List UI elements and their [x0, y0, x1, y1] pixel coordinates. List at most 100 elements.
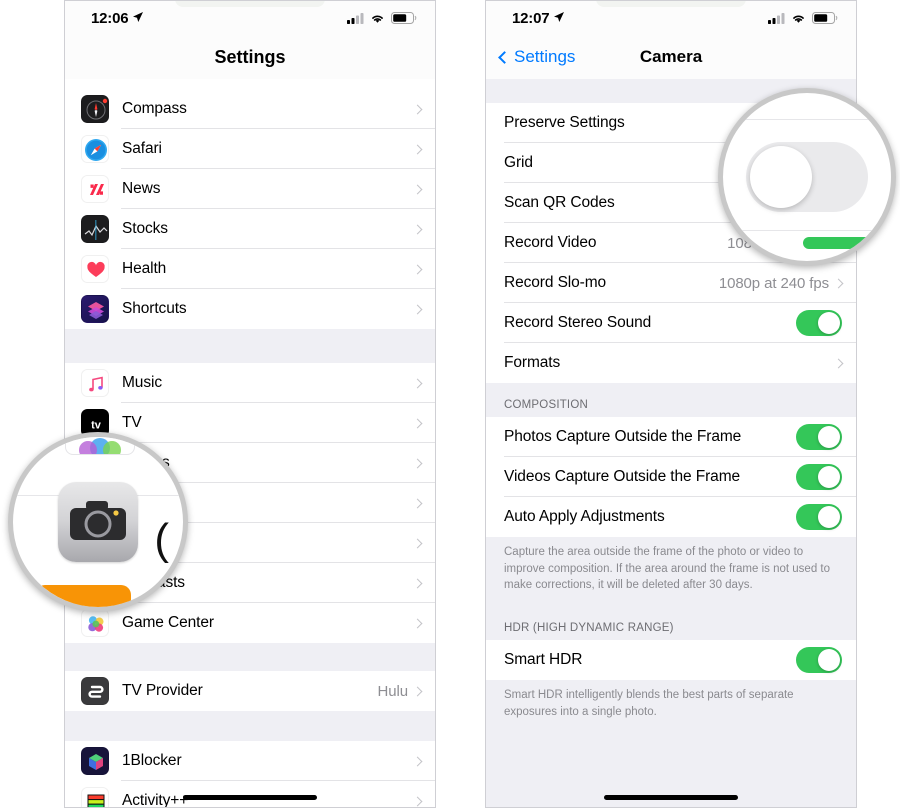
notch [596, 1, 746, 7]
loupe-separator-fragment [723, 119, 891, 120]
home-indicator [604, 795, 738, 800]
chevron-right-icon [412, 498, 423, 508]
toggle-knob [818, 312, 840, 334]
chevron-right-icon [412, 618, 423, 628]
toggle-knob [818, 649, 840, 672]
right-status-bar: 12:07 [486, 1, 856, 35]
settings-row-compass[interactable]: Compass [65, 89, 435, 129]
chevron-right-icon [412, 578, 423, 588]
chevron-right-icon [412, 756, 423, 766]
settings-row-label: Music [122, 374, 162, 391]
settings-row-label: Game Center [122, 614, 214, 631]
cellular-bars-icon [347, 12, 364, 24]
settings-row-label: Photos Capture Outside the Frame [504, 428, 742, 445]
activity-plus-plus-app-icon [81, 787, 109, 807]
settings-row-1blocker[interactable]: 1Blocker [65, 741, 435, 781]
settings-row-label: Shortcuts [122, 300, 187, 317]
toggle-knob [818, 466, 840, 488]
settings-row-record-stereo-sound[interactable]: Record Stereo Sound [486, 303, 856, 343]
toggle-knob [818, 426, 840, 448]
grid-toggle-magnifier [718, 88, 896, 266]
settings-row-label: Videos Capture Outside the Frame [504, 468, 741, 485]
status-time-group: 12:07 [512, 10, 565, 27]
group-gap [65, 329, 435, 363]
auto-apply-adjustments-toggle[interactable] [796, 504, 842, 530]
hdr-footnote: Smart HDR intelligently blends the best … [486, 680, 856, 733]
settings-row-label: Health [122, 260, 167, 277]
settings-row-photos-capture-outside-frame[interactable]: Photos Capture Outside the Frame [486, 417, 856, 457]
settings-row-label: Scan QR Codes [504, 194, 615, 211]
status-indicators [347, 12, 417, 24]
chevron-right-icon [412, 378, 423, 388]
settings-row-label: Safari [122, 140, 162, 157]
chevron-right-icon [412, 418, 423, 428]
status-time-group: 12:06 [91, 10, 144, 27]
settings-row-health[interactable]: Health [65, 249, 435, 289]
tv-provider-app-icon [81, 677, 109, 705]
settings-row-news[interactable]: News [65, 169, 435, 209]
left-status-bar: 12:06 [65, 1, 435, 35]
shortcuts-app-icon [81, 295, 109, 323]
back-button[interactable]: Settings [498, 47, 576, 67]
status-time: 12:07 [512, 9, 550, 27]
settings-row-label: News [122, 180, 161, 197]
safari-app-icon [81, 135, 109, 163]
settings-row-stocks[interactable]: Stocks [65, 209, 435, 249]
composition-footnote: Capture the area outside the frame of th… [486, 537, 856, 607]
wifi-icon [372, 15, 383, 23]
cellular-bars-icon [768, 12, 785, 24]
loupe-green-toggle-fragment [803, 237, 877, 249]
chevron-right-icon [412, 304, 423, 314]
location-arrow-icon [133, 12, 144, 22]
settings-row-label: Stocks [122, 220, 168, 237]
settings-group-tv-provider: TV Provider Hulu [65, 671, 435, 711]
battery-icon [391, 12, 417, 24]
svg-text:tv: tv [91, 420, 102, 432]
right-nav-bar: Settings Camera [486, 35, 856, 79]
health-app-icon [81, 255, 109, 283]
chevron-right-icon [412, 184, 423, 194]
settings-row-record-slo-mo[interactable]: Record Slo-mo 1080p at 240 fps [486, 263, 856, 303]
toggle-knob [818, 506, 840, 528]
settings-row-safari[interactable]: Safari [65, 129, 435, 169]
camera-icon-magnifier: ( [8, 432, 188, 612]
settings-row-label: Auto Apply Adjustments [504, 508, 665, 525]
smart-hdr-toggle[interactable] [796, 647, 842, 674]
left-nav-bar: Settings [65, 35, 435, 79]
status-time: 12:06 [91, 9, 129, 27]
loupe-photos-icon-fragment [65, 437, 135, 459]
videos-capture-outside-frame-toggle[interactable] [796, 464, 842, 490]
settings-row-auto-apply-adjustments[interactable]: Auto Apply Adjustments [486, 497, 856, 537]
settings-row-label: 1Blocker [122, 752, 182, 769]
chevron-right-icon [833, 358, 844, 368]
status-indicators [768, 12, 838, 24]
screenshot-stage: 12:06 Settings Compass Safari News Stock… [0, 0, 900, 808]
partial-row-above [65, 79, 435, 89]
back-button-label: Settings [514, 47, 576, 66]
settings-row-value: Hulu [377, 682, 409, 700]
settings-row-shortcuts[interactable]: Shortcuts [65, 289, 435, 329]
settings-row-music[interactable]: Music [65, 363, 435, 403]
chevron-left-icon [498, 50, 511, 64]
notch [175, 1, 325, 7]
settings-row-label: Record Video [504, 234, 597, 251]
settings-group-apps-1: Compass Safari News Stocks Health Shortc… [65, 89, 435, 329]
home-indicator [183, 795, 317, 800]
settings-row-formats[interactable]: Formats [486, 343, 856, 383]
settings-row-label: Activity++ [122, 792, 189, 808]
settings-row-label: Preserve Settings [504, 114, 625, 131]
chevron-right-icon [412, 686, 423, 696]
record-stereo-sound-toggle[interactable] [796, 310, 842, 336]
settings-row-videos-capture-outside-frame[interactable]: Videos Capture Outside the Frame [486, 457, 856, 497]
camera-app-icon-magnified [58, 482, 138, 562]
settings-row-label: Grid [504, 154, 533, 171]
photos-capture-outside-frame-toggle[interactable] [796, 424, 842, 450]
settings-row-label: Record Slo-mo [504, 274, 607, 291]
compass-app-icon [81, 95, 109, 123]
settings-row-smart-hdr[interactable]: Smart HDR [486, 640, 856, 681]
grid-toggle-magnified-off[interactable] [746, 142, 868, 212]
settings-row-label: Record Stereo Sound [504, 314, 652, 331]
settings-row-label: Compass [122, 100, 187, 117]
loupe-text-fragment: ( [154, 515, 169, 564]
settings-row-tv-provider[interactable]: TV Provider Hulu [65, 671, 435, 711]
